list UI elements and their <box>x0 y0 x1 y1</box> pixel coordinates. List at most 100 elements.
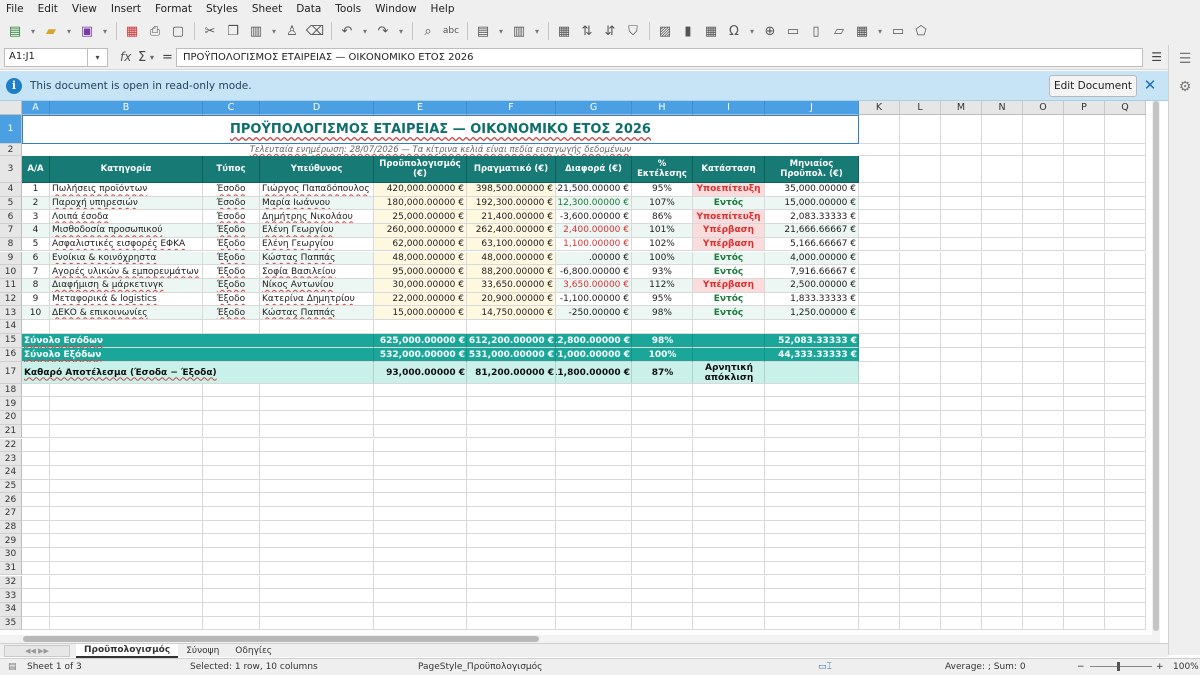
row-header[interactable]: 29 <box>0 534 22 549</box>
empty-cell[interactable] <box>941 196 982 211</box>
empty-cell[interactable] <box>1023 251 1064 266</box>
empty-cell[interactable] <box>260 520 374 535</box>
empty-cell[interactable] <box>22 397 50 412</box>
data-cell[interactable]: 12,300.00000 € <box>556 196 632 211</box>
column-header[interactable]: A <box>22 101 50 115</box>
empty-cell[interactable] <box>1105 115 1146 144</box>
data-cell[interactable]: -1,100.00000 € <box>556 292 632 307</box>
empty-cell[interactable] <box>693 465 765 480</box>
data-cell[interactable]: 2,083.33333 € <box>765 210 859 225</box>
empty-cell[interactable] <box>765 575 859 590</box>
empty-cell[interactable] <box>467 561 556 576</box>
row-header[interactable]: 32 <box>0 575 22 590</box>
empty-cell[interactable] <box>1023 465 1064 480</box>
empty-cell[interactable] <box>1064 479 1105 494</box>
empty-cell[interactable] <box>1064 183 1105 197</box>
empty-cell[interactable] <box>203 520 260 535</box>
empty-cell[interactable] <box>374 534 467 549</box>
total-pct[interactable]: 98% <box>632 334 693 348</box>
empty-cell[interactable] <box>1064 602 1105 617</box>
show-draw-functions-icon[interactable]: ⬠ <box>910 20 932 42</box>
empty-cell[interactable] <box>374 411 467 425</box>
empty-cell[interactable] <box>765 507 859 521</box>
empty-cell[interactable] <box>982 347 1023 362</box>
empty-cell[interactable] <box>374 602 467 617</box>
empty-cell[interactable] <box>900 196 941 211</box>
empty-cell[interactable] <box>900 616 941 631</box>
empty-cell[interactable] <box>859 452 900 466</box>
column-dropdown-icon[interactable]: ▾ <box>531 20 543 42</box>
empty-cell[interactable] <box>1105 589 1146 603</box>
empty-cell[interactable] <box>859 575 900 590</box>
sheet-tab[interactable]: Σύνοψη <box>178 644 227 658</box>
empty-cell[interactable] <box>1105 534 1146 549</box>
row-header[interactable]: 4 <box>0 183 22 197</box>
empty-cell[interactable] <box>1105 548 1146 562</box>
empty-cell[interactable] <box>467 616 556 631</box>
empty-cell[interactable] <box>982 383 1023 398</box>
data-cell[interactable]: 35,000.00000 € <box>765 183 859 197</box>
total-label[interactable]: Σύνολο Εξόδων <box>22 348 374 362</box>
row-header[interactable]: 33 <box>0 589 22 603</box>
empty-cell[interactable] <box>859 237 900 252</box>
empty-cell[interactable] <box>941 465 982 480</box>
data-cell[interactable]: Δημήτρης Νικολάου <box>260 210 374 225</box>
empty-cell[interactable] <box>22 589 50 603</box>
empty-cell[interactable] <box>765 383 859 398</box>
expand-formula-bar-icon[interactable]: ☰ <box>1151 50 1162 64</box>
data-cell[interactable]: 98% <box>632 306 693 320</box>
empty-cell[interactable] <box>632 534 693 549</box>
empty-cell[interactable] <box>859 156 900 183</box>
total-actual[interactable]: 612,200.00000 € <box>467 334 556 348</box>
empty-cell[interactable] <box>632 575 693 590</box>
empty-cell[interactable] <box>1105 438 1146 453</box>
data-cell[interactable]: -250.00000 € <box>556 306 632 320</box>
empty-cell[interactable] <box>982 237 1023 252</box>
empty-cell[interactable] <box>941 333 982 348</box>
data-cell[interactable]: Έξοδο <box>203 251 260 266</box>
empty-cell[interactable] <box>1064 265 1105 279</box>
empty-cell[interactable] <box>900 333 941 348</box>
empty-cell[interactable] <box>467 383 556 398</box>
empty-cell[interactable] <box>1023 534 1064 549</box>
empty-cell[interactable] <box>859 465 900 480</box>
empty-cell[interactable] <box>50 438 203 453</box>
empty-cell[interactable] <box>374 320 467 334</box>
empty-cell[interactable] <box>1105 411 1146 425</box>
empty-cell[interactable] <box>1064 493 1105 507</box>
empty-cell[interactable] <box>1064 589 1105 603</box>
empty-cell[interactable] <box>1064 361 1105 384</box>
row-header[interactable]: 15 <box>0 333 22 348</box>
empty-cell[interactable] <box>900 320 941 334</box>
empty-cell[interactable] <box>203 589 260 603</box>
row-header[interactable]: 1 <box>0 115 22 144</box>
empty-cell[interactable] <box>203 438 260 453</box>
empty-cell[interactable] <box>467 548 556 562</box>
empty-cell[interactable] <box>1064 575 1105 590</box>
empty-cell[interactable] <box>982 561 1023 576</box>
empty-cell[interactable] <box>1064 616 1105 631</box>
empty-cell[interactable] <box>1023 361 1064 384</box>
empty-cell[interactable] <box>859 589 900 603</box>
data-cell[interactable]: 8 <box>22 278 50 293</box>
empty-cell[interactable] <box>50 534 203 549</box>
sort-ascending-icon[interactable]: ⇅ <box>576 20 598 42</box>
row-header[interactable]: 18 <box>0 383 22 398</box>
empty-cell[interactable] <box>859 292 900 307</box>
empty-cell[interactable] <box>260 534 374 549</box>
empty-cell[interactable] <box>765 602 859 617</box>
table-header-cell[interactable]: Α/Α <box>22 156 50 183</box>
empty-cell[interactable] <box>50 479 203 494</box>
total-budget[interactable]: 532,000.00000 € <box>374 348 467 362</box>
row-header[interactable]: 28 <box>0 520 22 535</box>
empty-cell[interactable] <box>1064 144 1105 156</box>
data-cell[interactable]: Ελένη Γεωργίου <box>260 224 374 238</box>
empty-cell[interactable] <box>374 575 467 590</box>
vertical-scrollbar[interactable] <box>1152 101 1160 635</box>
empty-cell[interactable] <box>203 411 260 425</box>
empty-cell[interactable] <box>260 561 374 576</box>
empty-cell[interactable] <box>203 397 260 412</box>
data-cell[interactable]: 95% <box>632 183 693 197</box>
data-cell[interactable]: 10 <box>22 306 50 320</box>
data-cell[interactable]: 21,666.66667 € <box>765 224 859 238</box>
